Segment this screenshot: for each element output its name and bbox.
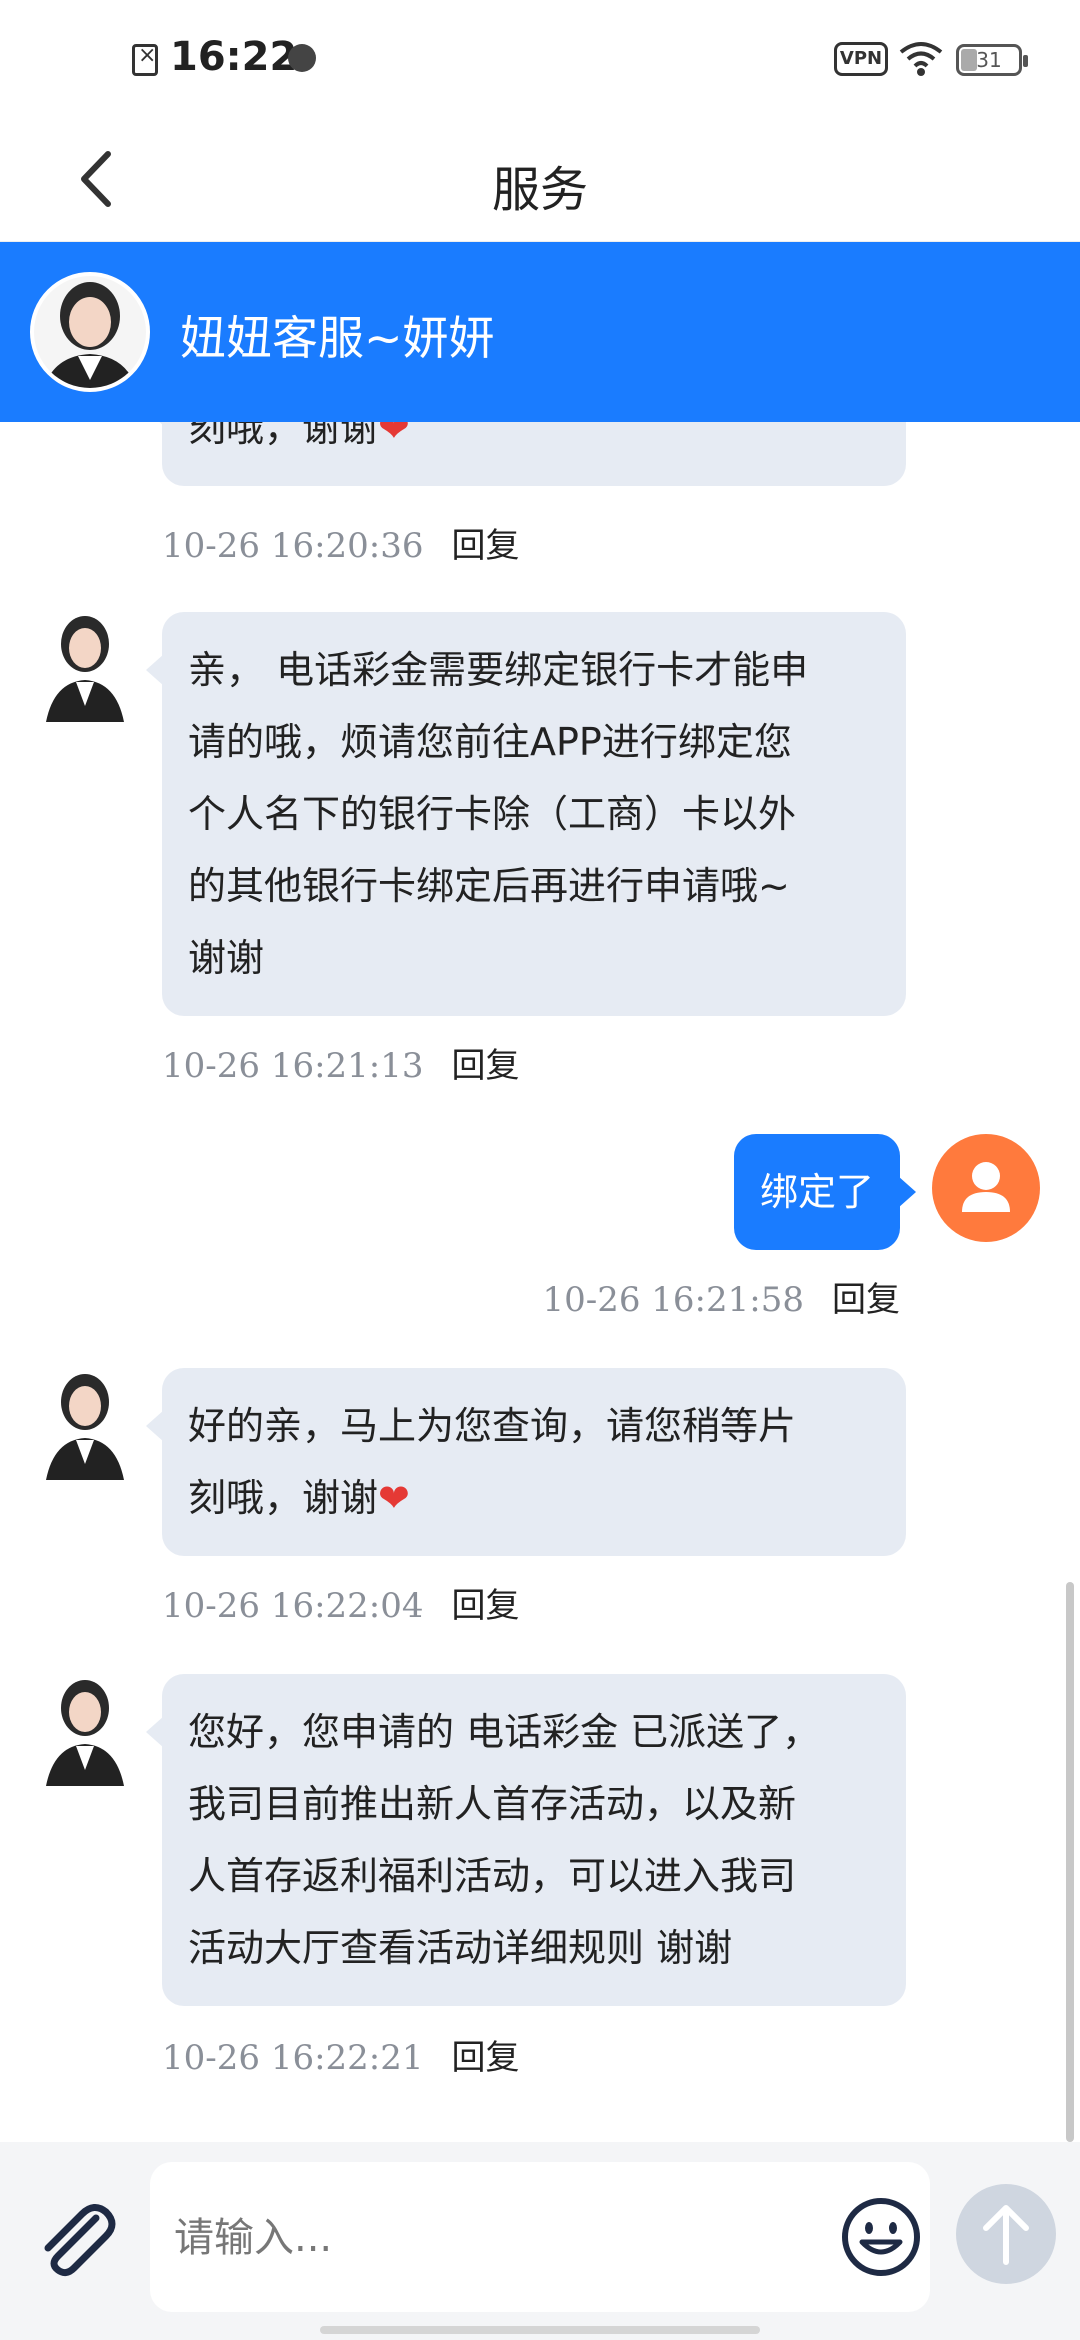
arrow-up-icon xyxy=(983,2205,1029,2265)
message-meta: 10-26 16:20:36 回复 xyxy=(162,518,520,567)
send-button[interactable] xyxy=(956,2184,1056,2284)
message-meta: 10-26 16:21:13 回复 xyxy=(162,1038,520,1087)
paperclip-icon[interactable] xyxy=(30,2196,120,2286)
message-meta: 10-26 16:22:21 回复 xyxy=(162,2030,520,2079)
message-list[interactable]: 刻哦，谢谢❤ 10-26 16:20:36 回复 亲， 电话彩金需要绑定银行卡才能… xyxy=(0,422,1080,2142)
agent-name: 妞妞客服~妍妍 xyxy=(180,311,495,365)
agent-avatar xyxy=(42,1674,128,1786)
message-line: 的其他银行卡绑定后再进行申请哦~ xyxy=(188,864,790,908)
message-line: 活动大厅查看活动详细规则 谢谢 xyxy=(188,1926,733,1970)
home-indicator[interactable] xyxy=(320,2326,760,2334)
message-line: 您好，您申请的 电话彩金 已派送了， xyxy=(188,1710,821,1754)
message-text: 绑定了 xyxy=(759,1170,874,1214)
chat-screen: 16:22 VPN 31 服务 妞妞客服~妍妍 xyxy=(0,0,1080,2340)
message-text: 刻哦，谢谢 xyxy=(188,422,379,450)
page-title: 服务 xyxy=(491,162,588,218)
user-avatar xyxy=(932,1134,1040,1242)
message-input[interactable] xyxy=(174,2206,794,2270)
message-line: 亲， 电话彩金需要绑定银行卡才能申 xyxy=(188,648,809,692)
agent-avatar xyxy=(42,1368,128,1480)
scrollbar[interactable] xyxy=(1066,1582,1074,2142)
message-time: 10-26 16:21:13 xyxy=(162,1046,424,1086)
agent-avatar xyxy=(42,610,128,722)
file-x-icon xyxy=(132,43,158,76)
message-time: 10-26 16:22:21 xyxy=(162,2038,424,2078)
reply-button[interactable]: 回复 xyxy=(452,1046,520,1086)
message-line: 好的亲，马上为您查询，请您稍等片 xyxy=(188,1404,797,1448)
reply-button[interactable]: 回复 xyxy=(832,1280,900,1320)
message-bubble: 您好，您申请的 电话彩金 已派送了， 我司目前推出新人首存活动，以及新 人首存返… xyxy=(146,1674,906,2006)
battery-icon: 31 xyxy=(956,44,1028,76)
message-meta: 10-26 16:22:04 回复 xyxy=(162,1578,520,1627)
message-time: 10-26 16:21:58 xyxy=(542,1280,804,1320)
message-line: 人首存返利福利活动，可以进入我司 xyxy=(188,1854,797,1898)
vpn-icon: VPN xyxy=(834,42,888,76)
message-time: 10-26 16:22:04 xyxy=(162,1586,424,1626)
message-line: 个人名下的银行卡除（工商）卡以外 xyxy=(188,792,797,836)
heart-icon: ❤ xyxy=(378,1476,410,1520)
message-line: 我司目前推出新人首存活动，以及新 xyxy=(188,1782,797,1826)
heart-icon: ❤ xyxy=(378,422,410,450)
message-line: 刻哦，谢谢 xyxy=(188,1476,379,1520)
nav-bar: 服务 xyxy=(0,120,1080,242)
status-time: 16:22 xyxy=(170,34,298,80)
bug-icon xyxy=(288,44,316,72)
message-bubble: 好的亲，马上为您查询，请您稍等片 刻哦，谢谢❤ xyxy=(146,1368,906,1556)
message-line: 谢谢 xyxy=(188,936,265,980)
agent-avatar xyxy=(30,272,150,392)
status-bar: 16:22 VPN 31 xyxy=(0,0,1080,120)
agent-header: 妞妞客服~妍妍 xyxy=(0,242,1080,422)
message-meta: 10-26 16:21:58 回复 xyxy=(542,1272,900,1321)
message-bubble-outgoing: 绑定了 xyxy=(733,1134,917,1250)
message-bubble: 刻哦，谢谢❤ xyxy=(146,422,906,486)
reply-button[interactable]: 回复 xyxy=(452,2038,520,2078)
reply-button[interactable]: 回复 xyxy=(452,1586,520,1626)
message-bubble: 亲， 电话彩金需要绑定银行卡才能申 请的哦，烦请您前往APP进行绑定您 个人名下… xyxy=(146,612,906,1016)
wifi-icon xyxy=(899,42,943,76)
input-bar xyxy=(0,2142,1080,2340)
reply-button[interactable]: 回复 xyxy=(452,526,520,566)
smiley-icon[interactable] xyxy=(840,2196,922,2278)
message-input-box[interactable] xyxy=(150,2162,930,2312)
message-line: 请的哦，烦请您前往APP进行绑定您 xyxy=(188,720,792,764)
message-time: 10-26 16:20:36 xyxy=(162,526,424,566)
